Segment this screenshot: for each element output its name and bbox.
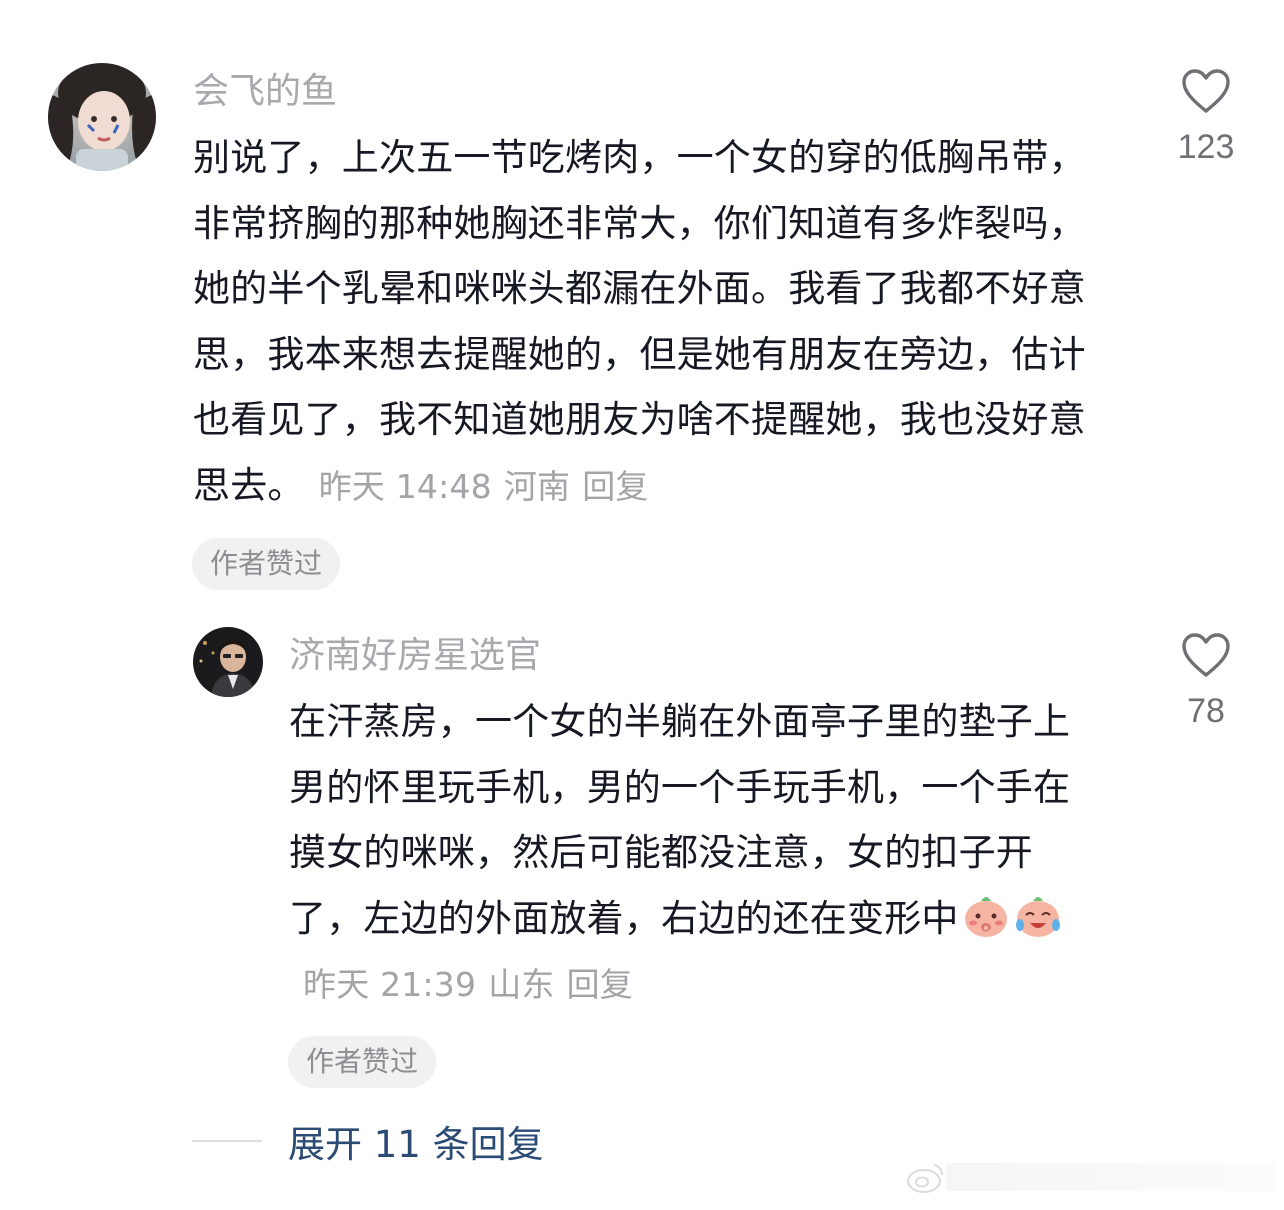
comment-2: 济南好房星选官 在汗蒸房，一个女的半躺在外面亭子里的垫子上男的怀里玩手机，男的一… — [0, 600, 1284, 1100]
watermark — [856, 1154, 1276, 1200]
comment-text-block: 在汗蒸房，一个女的半躺在外面亭子里的垫子上男的怀里玩手机，男的一个手玩手机，一个… — [289, 689, 1089, 1018]
reply-button[interactable]: 回复 — [567, 965, 633, 1004]
like-count: 123 — [1177, 128, 1235, 166]
author-liked-badge: 作者赞过 — [288, 1036, 437, 1088]
expand-replies-button[interactable]: 展开 11 条回复 — [288, 1114, 544, 1168]
comment-text: 别说了，上次五一节吃烤肉，一个女的穿的低胸吊带，非常挤胸的那种她胸还非常大，你们… — [193, 136, 1086, 507]
comment-time: 昨天 14:48 — [318, 466, 492, 506]
avatar-comment-2[interactable] — [193, 627, 263, 697]
comment-time: 昨天 21:39 — [303, 965, 477, 1004]
heart-outline-icon — [1182, 69, 1230, 113]
heart-outline-icon — [1182, 633, 1230, 677]
comment-location: 河南 — [503, 466, 571, 506]
username[interactable]: 济南好房星选官 — [289, 634, 541, 678]
username[interactable]: 会飞的鱼 — [193, 70, 337, 114]
user-avatar-image — [48, 63, 156, 171]
expand-replies-row[interactable]: 展开 11 条回复 — [192, 1113, 544, 1169]
avatar-comment-1[interactable] — [48, 63, 156, 171]
comment-text-block: 别说了，上次五一节吃烤肉，一个女的穿的低胸吊带，非常挤胸的那种她胸还非常大，你们… — [193, 125, 1113, 519]
comment-meta: 昨天 21:39 山东 回复 — [303, 965, 633, 1004]
comment-1: 会飞的鱼 别说了，上次五一节吃烤肉，一个女的穿的低胸吊带，非常挤胸的那种她胸还非… — [0, 0, 1284, 600]
sticker-laugh-cry-icon — [1013, 889, 1063, 939]
comment-text: 在汗蒸房，一个女的半躺在外面亭子里的垫子上男的怀里玩手机，男的一个手玩手机，一个… — [289, 700, 1071, 940]
sticker-shy-icon — [961, 889, 1011, 939]
user-avatar-image — [193, 627, 263, 697]
reply-button[interactable]: 回复 — [582, 467, 648, 506]
watermark-bar — [946, 1163, 1276, 1191]
like-count: 78 — [1187, 692, 1225, 730]
divider-line — [192, 1140, 262, 1142]
comment-location: 山东 — [488, 965, 555, 1004]
weibo-logo-icon — [907, 1164, 943, 1193]
author-liked-badge: 作者赞过 — [192, 538, 341, 590]
like-button[interactable]: 123 — [1146, 68, 1266, 167]
like-button[interactable]: 78 — [1146, 632, 1266, 731]
comment-meta: 昨天 14:48 河南 回复 — [319, 467, 649, 506]
